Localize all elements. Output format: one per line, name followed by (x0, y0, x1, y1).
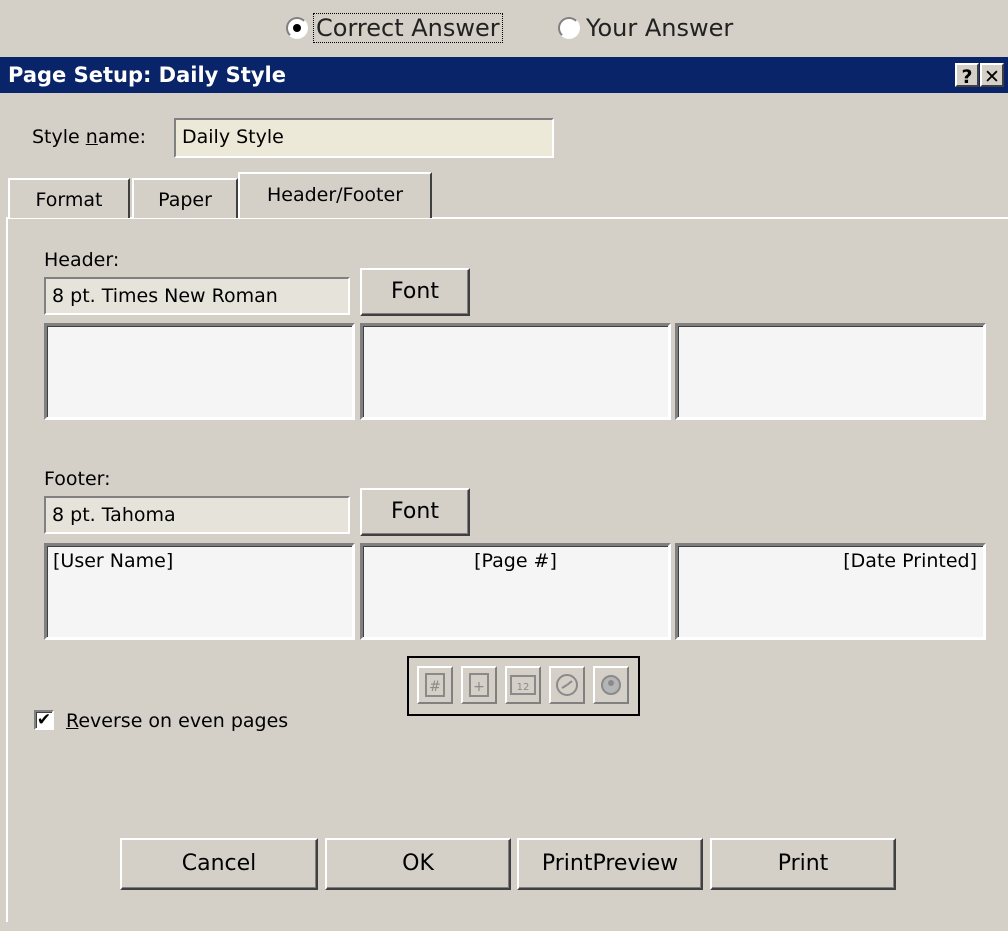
header-font-field: 8 pt. Times New Roman (44, 277, 350, 315)
your-answer-label: Your Answer (586, 14, 734, 42)
footer-label: Footer: (44, 468, 111, 490)
style-name-label: Style name: (32, 126, 147, 148)
user-name-icon[interactable] (593, 666, 629, 704)
total-pages-icon[interactable]: + (461, 666, 497, 704)
correct-answer-radio[interactable]: Correct Answer (286, 13, 503, 43)
header-font-button[interactable]: Font (360, 268, 470, 316)
header-left-section[interactable] (44, 323, 355, 420)
radio-checked-icon (286, 17, 308, 39)
header-center-section[interactable] (360, 323, 671, 420)
style-name-field[interactable]: Daily Style (174, 118, 554, 158)
time-printed-icon[interactable] (549, 666, 585, 704)
svg-text:12: 12 (517, 682, 530, 693)
tab-header-footer[interactable]: Header/Footer (238, 172, 432, 218)
cancel-button[interactable]: Cancel (120, 838, 318, 890)
your-answer-radio[interactable]: Your Answer (558, 14, 733, 42)
date-printed-icon[interactable]: 12 (505, 666, 541, 704)
insert-field-toolbar: # + 12 (407, 656, 640, 716)
footer-font-button[interactable]: Font (360, 488, 470, 536)
dialog-titlebar: Page Setup: Daily Style ? ✕ (0, 57, 1008, 93)
print-button[interactable]: Print (710, 838, 896, 890)
footer-right-section[interactable]: [Date Printed] (675, 543, 986, 640)
footer-left-section[interactable]: [User Name] (44, 543, 355, 640)
footer-center-section[interactable]: [Page #] (360, 543, 671, 640)
reverse-even-checkbox[interactable]: ✔ (34, 710, 54, 730)
print-preview-button[interactable]: PrintPreview (517, 838, 703, 890)
radio-unchecked-icon (558, 17, 580, 39)
dialog-title: Page Setup: Daily Style (8, 63, 286, 87)
footer-font-field: 8 pt. Tahoma (44, 496, 350, 534)
header-right-section[interactable] (675, 323, 986, 420)
help-button[interactable]: ? (955, 63, 979, 88)
answer-toggle-bar (0, 0, 1008, 48)
reverse-even-label: Reverse on even pages (66, 710, 289, 732)
header-label: Header: (44, 249, 120, 271)
ok-button[interactable]: OK (325, 838, 511, 890)
svg-text:#: # (429, 679, 441, 695)
tab-paper[interactable]: Paper (132, 178, 238, 218)
page-number-icon[interactable]: # (417, 666, 453, 704)
svg-text:+: + (473, 679, 485, 695)
close-button[interactable]: ✕ (980, 63, 1004, 88)
tab-format[interactable]: Format (8, 178, 130, 218)
correct-answer-label: Correct Answer (313, 13, 503, 43)
